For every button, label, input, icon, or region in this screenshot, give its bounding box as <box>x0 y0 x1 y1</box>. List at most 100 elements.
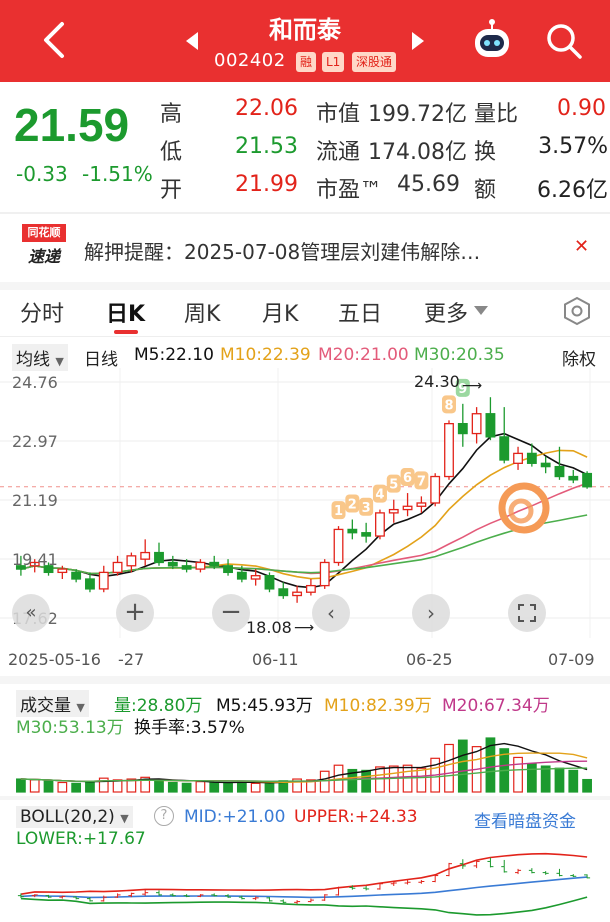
zoom-in-button[interactable]: + <box>116 594 154 632</box>
candle-body <box>167 561 178 567</box>
low-value: 21.53 <box>235 134 298 159</box>
next-candle-button[interactable]: › <box>412 594 450 632</box>
candle-body <box>333 528 344 564</box>
candle-body <box>499 436 510 461</box>
date-label-1: 2025-05-16 <box>8 650 101 669</box>
candle-body <box>236 571 247 580</box>
volume-bar <box>554 767 565 793</box>
signal-badge-number: 3 <box>362 501 371 516</box>
ma-type-select[interactable]: 均线 ▼ <box>12 344 68 371</box>
volume-bar <box>167 781 178 793</box>
pe-label: 市盈™ <box>316 178 383 203</box>
high-marker-label: 24.30 <box>414 372 460 391</box>
scroll-left-button[interactable]: « <box>12 594 50 632</box>
signal-badge-number: 1 <box>334 504 343 519</box>
prev-candle-button[interactable]: ‹ <box>312 594 350 632</box>
candle-body <box>444 422 454 478</box>
margin-badge: 融 <box>296 52 317 72</box>
boll-indicator-select[interactable]: BOLL(20,2) ▼ <box>16 806 133 828</box>
candle-body <box>195 561 206 570</box>
volume-bar <box>71 782 82 793</box>
candle-body <box>71 571 82 580</box>
volume-bar <box>181 782 192 793</box>
tonghuashun-express-logo: 同花顺 速递 <box>22 224 66 268</box>
volume-ratio-label: 量比 <box>474 102 519 127</box>
candle-body <box>416 502 427 507</box>
candle-body <box>430 475 441 504</box>
notice-text[interactable]: 解押提醒：2025-07-08管理层刘建伟解除… <box>84 236 480 265</box>
volume-bar <box>209 781 220 793</box>
level-badge: L1 <box>322 52 345 72</box>
turnover-value: 3.57% <box>538 134 608 159</box>
zoom-out-button[interactable]: − <box>212 594 250 632</box>
dark-pool-link[interactable]: 查看暗盘资金 <box>474 807 576 832</box>
candle-body <box>181 565 192 570</box>
boll-chart <box>17 852 591 916</box>
volume-bar <box>264 783 275 793</box>
volume-chart <box>16 737 592 793</box>
signal-badge-number: 2 <box>348 498 357 513</box>
amount-value: 6.26亿 <box>537 178 608 203</box>
volume-bar <box>223 782 233 793</box>
amount-label: 额 <box>474 178 497 203</box>
candle-body <box>375 512 385 537</box>
volume-bar <box>568 769 579 793</box>
candle-body <box>57 568 68 574</box>
candle-body <box>402 505 413 511</box>
candle-body <box>305 584 316 593</box>
period-label: 日线 <box>84 350 118 370</box>
candle-body <box>568 475 579 481</box>
settings-hex-icon[interactable] <box>562 296 592 326</box>
candle-body <box>347 528 358 534</box>
search-icon[interactable] <box>543 20 585 62</box>
next-stock-icon[interactable] <box>412 32 424 50</box>
open-value: 21.99 <box>235 172 298 197</box>
tab-more[interactable]: 更多 <box>424 296 468 328</box>
boll-upper: UPPER:+24.33 <box>294 807 418 827</box>
volume-bar <box>250 782 261 793</box>
signal-badge-number: 8 <box>444 398 453 413</box>
volume-bar <box>444 743 454 793</box>
volume-bar <box>457 739 468 793</box>
robot-assistant-icon[interactable] <box>470 18 514 62</box>
volume-bar <box>416 767 427 793</box>
fullscreen-icon <box>518 604 536 622</box>
help-icon[interactable]: ? <box>154 806 174 826</box>
candle-body <box>223 565 233 574</box>
volume-bar <box>85 781 95 793</box>
volume-bar <box>526 763 537 793</box>
adjustment-toggle[interactable]: 除权 <box>562 345 596 370</box>
tab-daily-k[interactable]: 日K <box>106 296 145 328</box>
candle-body <box>278 588 289 597</box>
volume-bar <box>540 765 551 793</box>
tab-intraday[interactable]: 分时 <box>20 296 64 328</box>
notice-close-icon[interactable]: ✕ <box>574 236 589 257</box>
candle-body <box>319 561 330 587</box>
tab-monthly-k[interactable]: 月K <box>262 296 298 328</box>
candle-body <box>540 462 551 468</box>
tab-five-day[interactable]: 五日 <box>338 296 382 328</box>
tabs-divider <box>0 336 610 337</box>
active-tab-indicator <box>114 330 138 334</box>
stock-name: 和而泰 <box>269 16 341 44</box>
back-icon[interactable] <box>38 20 72 60</box>
section-divider <box>0 676 610 684</box>
high-marker-arrow: ⟶ <box>462 378 483 394</box>
date-label-5: 07-09 <box>548 650 595 669</box>
price-tick-label: 24.76 <box>12 373 58 392</box>
volume-m10: M10:82.39万 <box>324 696 432 716</box>
volume-bar <box>582 778 592 793</box>
section-divider-2 <box>0 796 610 800</box>
connect-badge: 深股通 <box>352 52 396 72</box>
ma5-value: M5:22.10 <box>134 345 214 365</box>
volume-bar <box>319 770 330 793</box>
candle-body <box>388 508 399 514</box>
candle-body <box>112 561 123 574</box>
candle-body <box>582 472 593 488</box>
price-axis: 24.7622.9721.1919.4117.62 <box>12 373 58 628</box>
signal-badge-number: 7 <box>417 474 426 489</box>
volume-bar <box>43 780 54 793</box>
tab-weekly-k[interactable]: 周K <box>184 296 220 328</box>
candle-body <box>126 555 137 567</box>
volume-bar <box>29 779 40 793</box>
